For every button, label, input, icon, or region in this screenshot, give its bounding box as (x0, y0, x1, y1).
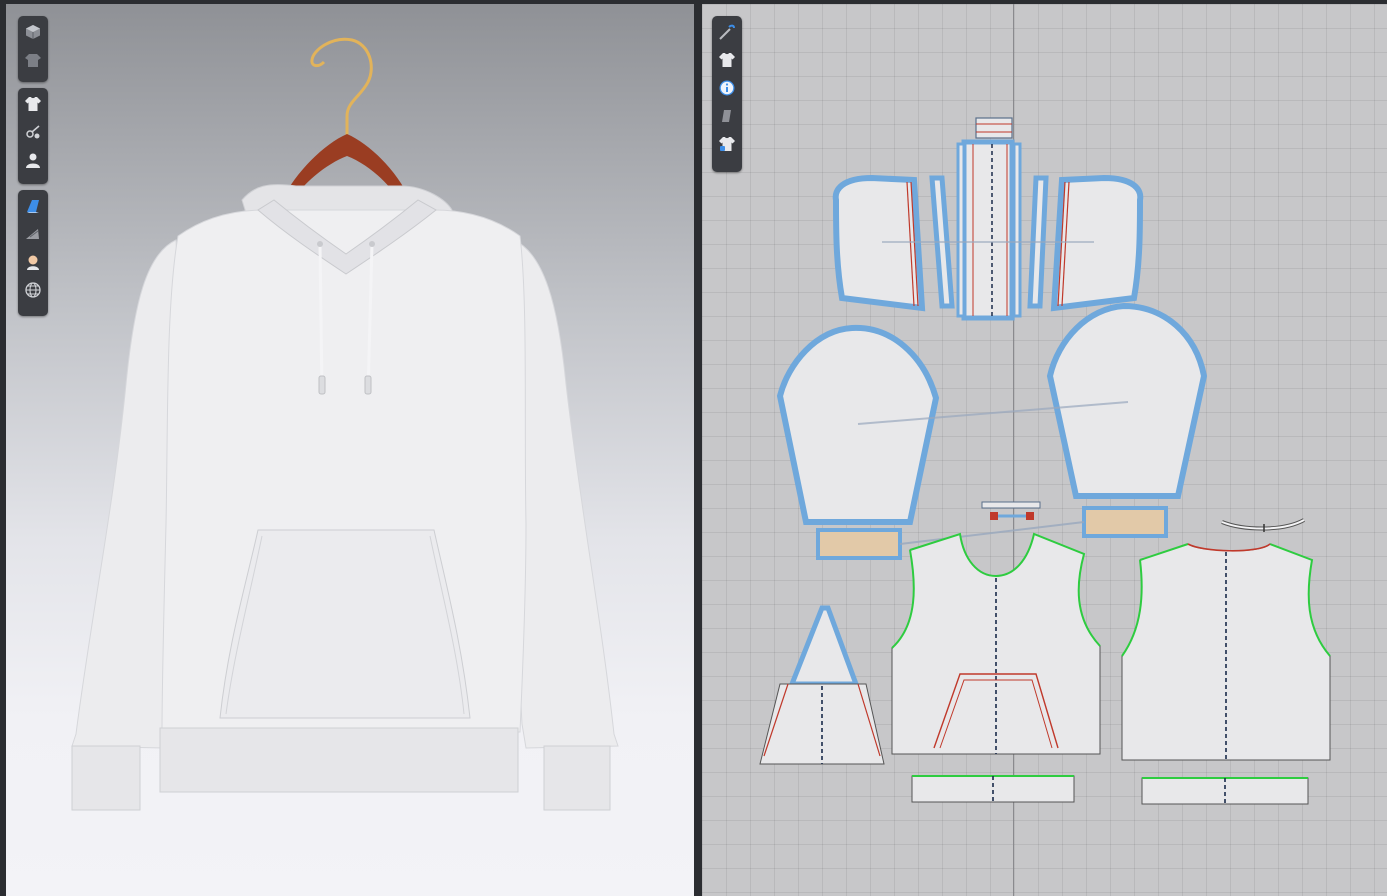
shirt-2d-icon[interactable] (714, 46, 740, 74)
3d-toolbar-group-1 (18, 16, 48, 82)
3d-viewport[interactable] (6, 4, 694, 896)
hood-tab-top[interactable] (975, 117, 1013, 139)
eraser-icon[interactable] (714, 102, 740, 130)
pin-tools-icon[interactable] (20, 118, 46, 146)
garment-ghost-icon[interactable] (20, 46, 46, 74)
garment-lock-icon[interactable] (714, 130, 740, 158)
drawstring-tab[interactable] (981, 501, 1041, 520)
sleeve-left[interactable] (776, 324, 940, 525)
back-body-piece[interactable] (1121, 543, 1331, 761)
right-cuff (543, 745, 611, 811)
avatar-cube-icon[interactable] (20, 18, 46, 46)
globe-icon[interactable] (20, 276, 46, 304)
3d-toolbar-group-2 (18, 88, 48, 184)
left-cuff (71, 745, 141, 811)
2d-pattern-viewport[interactable] (702, 4, 1387, 896)
pen-tool-icon[interactable] (714, 18, 740, 46)
info-icon[interactable] (714, 74, 740, 102)
iron-icon[interactable] (20, 220, 46, 248)
skin-face-icon[interactable] (20, 248, 46, 276)
hanger-hook (310, 37, 373, 136)
neck-binding[interactable] (1221, 518, 1305, 532)
hood-center-panel[interactable] (956, 139, 1022, 321)
cuff-left[interactable] (816, 528, 902, 560)
avatar-person-icon[interactable] (20, 146, 46, 174)
pocket-piece[interactable] (759, 605, 885, 765)
3d-toolbar-group-3 (18, 190, 48, 316)
cuff-right[interactable] (1082, 506, 1168, 538)
pattern-pieces (759, 117, 1331, 805)
shirt-icon[interactable] (20, 90, 46, 118)
fabric-roll-icon[interactable] (20, 192, 46, 220)
hem-rib-front[interactable] (911, 775, 1075, 803)
sleeve-right[interactable] (1046, 302, 1208, 499)
front-body-piece[interactable] (891, 532, 1101, 755)
3d-garment-render (71, 37, 619, 811)
drawstring-left (318, 243, 324, 395)
hem-rib-back[interactable] (1141, 777, 1309, 805)
2d-toolbar (712, 16, 742, 172)
hem-rib (159, 727, 519, 793)
